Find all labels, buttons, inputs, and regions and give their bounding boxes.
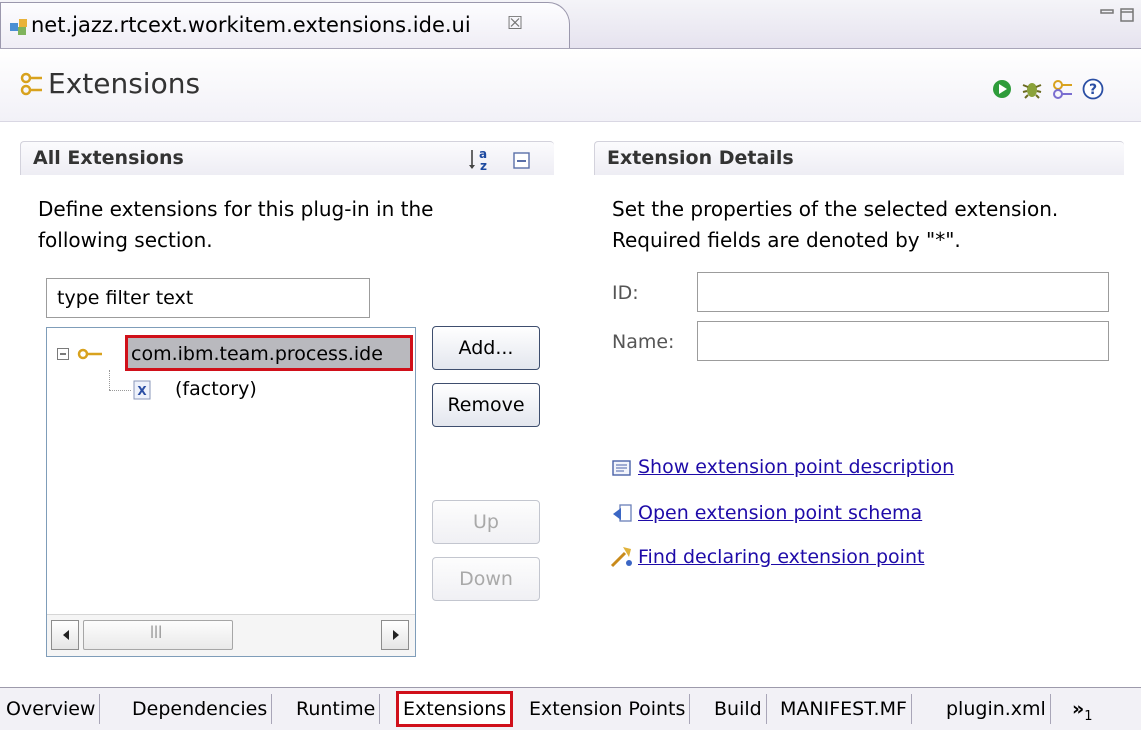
tab-extensions[interactable]: Extensions (396, 691, 514, 727)
up-button[interactable]: Up (432, 500, 540, 544)
description-line: Define extensions for this plug-in in th… (38, 197, 434, 221)
id-label: ID: (612, 282, 639, 304)
name-label: Name: (612, 331, 675, 353)
extension-details-section-header: Extension Details (594, 141, 1124, 175)
add-button[interactable]: Add... (432, 326, 540, 370)
scroll-thumb[interactable]: ||| (83, 620, 233, 650)
editor-tab[interactable]: net.jazz.rtcext.workitem.extensions.ide.… (0, 2, 570, 48)
tree-connector (109, 370, 111, 390)
tree-item-factory[interactable]: (factory) (175, 378, 257, 400)
id-field[interactable] (697, 272, 1109, 312)
plugin-manifest-icon (10, 19, 27, 35)
find-declaring-icon (610, 547, 632, 568)
extension-icon (77, 348, 102, 360)
all-extensions-section-header: All Extensions a z (20, 141, 554, 175)
extensions-tree[interactable]: com.ibm.team.process.ide X (factory) ||| (46, 327, 416, 657)
all-extensions-description: Define extensions for this plug-in in th… (38, 194, 433, 256)
tab-runtime[interactable]: Runtime (292, 694, 381, 724)
scroll-left-button[interactable] (51, 620, 79, 650)
grip-icon: ||| (150, 624, 163, 638)
tab-build[interactable]: Build (710, 694, 767, 724)
close-icon[interactable]: ☒ (507, 13, 523, 34)
sort-alphabetically-icon[interactable]: a z (467, 146, 495, 174)
run-icon[interactable] (992, 79, 1012, 99)
tree-connector (109, 390, 131, 392)
export-plugin-icon[interactable] (1050, 77, 1074, 101)
schema-icon (613, 504, 632, 522)
chevron-double-right-icon: » (1072, 698, 1085, 720)
tree-item-extension[interactable]: com.ibm.team.process.ide (125, 335, 413, 371)
svg-text:z: z (480, 159, 487, 173)
debug-icon[interactable] (1020, 77, 1044, 101)
tree-item-label: (factory) (175, 378, 257, 400)
filter-input[interactable]: type filter text (46, 278, 370, 318)
extensions-icon (20, 72, 42, 96)
svg-text:?: ? (1089, 82, 1097, 98)
scroll-right-button[interactable] (381, 620, 409, 650)
arrow-left-icon (63, 630, 69, 640)
minimize-icon[interactable] (1100, 8, 1114, 22)
page-title: Extensions (48, 67, 201, 100)
show-description-link[interactable]: Show extension point description (638, 456, 954, 478)
editor-tab-bar: net.jazz.rtcext.workitem.extensions.ide.… (0, 0, 1141, 49)
name-field[interactable] (697, 321, 1109, 361)
form-header: Extensions ? (0, 49, 1141, 122)
arrow-right-icon (393, 630, 399, 640)
tab-plugin-xml[interactable]: plugin.xml (942, 694, 1051, 724)
collapse-all-icon[interactable] (512, 151, 532, 171)
open-schema-link[interactable]: Open extension point schema (638, 502, 922, 524)
tree-item-label: com.ibm.team.process.ide (131, 343, 383, 365)
more-tabs-button[interactable]: »1 (1068, 694, 1097, 724)
extension-details-description: Set the properties of the selected exten… (612, 194, 1058, 256)
horizontal-scrollbar[interactable]: ||| (47, 614, 415, 656)
description-line: Set the properties of the selected exten… (612, 197, 1059, 221)
maximize-icon[interactable] (1120, 8, 1134, 22)
tab-dependencies[interactable]: Dependencies (128, 694, 273, 724)
find-declaring-link[interactable]: Find declaring extension point (638, 546, 924, 568)
filter-placeholder: type filter text (57, 287, 194, 309)
section-title: Extension Details (607, 147, 794, 169)
tab-extension-points[interactable]: Extension Points (525, 694, 691, 724)
svg-text:X: X (137, 384, 147, 398)
more-tabs-count: 1 (1084, 708, 1093, 724)
collapse-node-icon[interactable] (57, 348, 69, 360)
remove-button[interactable]: Remove (432, 383, 540, 427)
xml-element-icon: X (133, 380, 151, 400)
description-page-icon (612, 460, 631, 476)
section-title: All Extensions (33, 147, 184, 169)
description-line: Required fields are denoted by "*". (612, 228, 961, 252)
description-line: following section. (38, 228, 213, 252)
form-page-tabs: Overview Dependencies Runtime Extensions… (0, 687, 1141, 730)
tab-manifest-mf[interactable]: MANIFEST.MF (776, 694, 912, 724)
help-icon[interactable]: ? (1082, 78, 1104, 100)
editor-tab-title: net.jazz.rtcext.workitem.extensions.ide.… (31, 13, 471, 37)
down-button[interactable]: Down (432, 557, 540, 601)
tab-overview[interactable]: Overview (2, 694, 101, 724)
